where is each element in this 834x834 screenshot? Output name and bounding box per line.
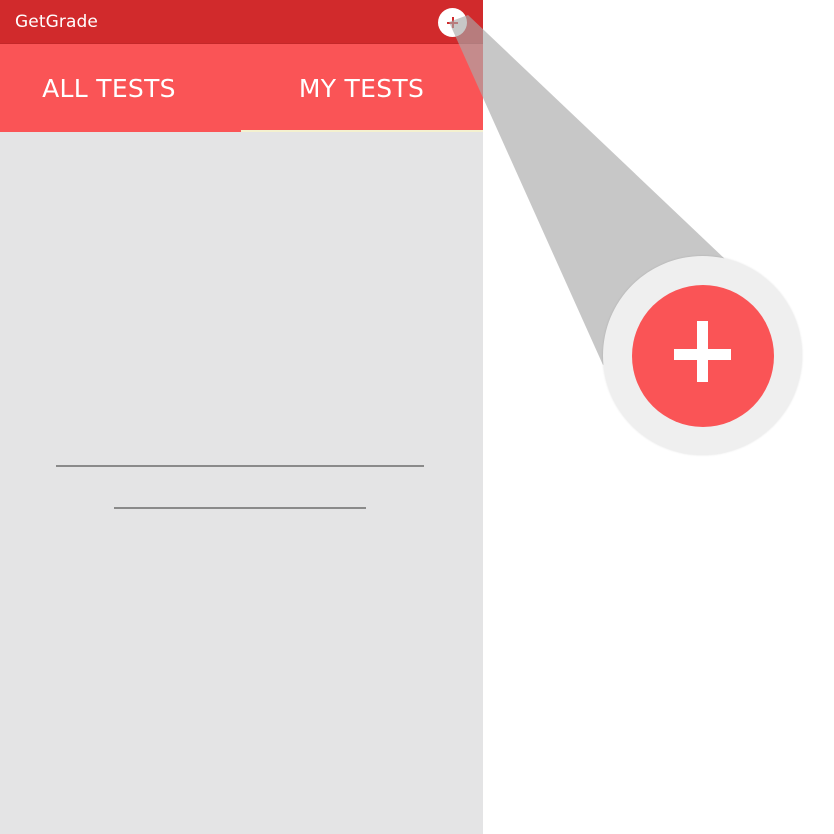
phone-screen: GetGrade ALL TESTS MY TESTS (0, 0, 483, 834)
app-bar: GetGrade (0, 0, 483, 44)
tab-all-tests[interactable]: ALL TESTS (0, 44, 218, 132)
tab-my-tests[interactable]: MY TESTS (241, 44, 482, 132)
plus-icon-vertical-stroke (697, 321, 708, 382)
placeholder-line (56, 465, 424, 467)
app-title: GetGrade (15, 12, 98, 32)
zoom-callout-circle (603, 256, 802, 455)
test-list-empty-content (0, 132, 483, 834)
plus-icon-vertical-stroke (451, 17, 454, 28)
add-button-zoomed (632, 285, 774, 427)
placeholder-line (114, 507, 366, 509)
tab-bar: ALL TESTS MY TESTS (0, 44, 483, 132)
add-test-button[interactable] (438, 8, 467, 37)
